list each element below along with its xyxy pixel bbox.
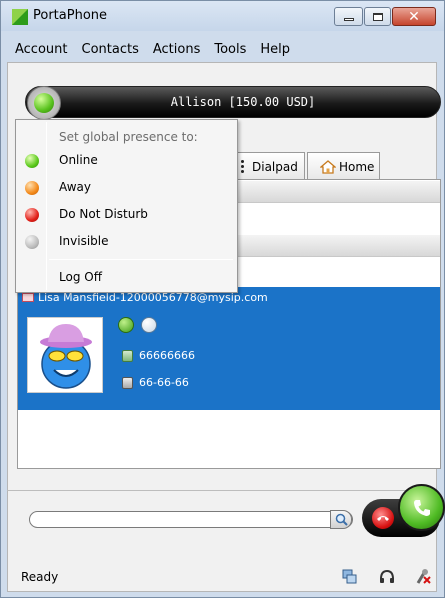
tab-dialpad[interactable]: Dialpad <box>237 152 305 180</box>
presence-option-label: Invisible <box>59 234 109 248</box>
status-text: Ready <box>21 570 59 584</box>
hangup-button[interactable] <box>372 507 394 529</box>
contact-mobile-row[interactable]: 66666666 <box>122 349 195 362</box>
presence-option-online[interactable]: Online <box>18 150 235 172</box>
minimize-button[interactable] <box>334 7 363 26</box>
dialpad-icon <box>241 160 249 173</box>
maximize-button[interactable] <box>364 7 391 26</box>
contact-avatar <box>27 317 103 393</box>
maximize-icon <box>372 12 383 21</box>
presence-online-icon <box>34 93 54 113</box>
menu-actions[interactable]: Actions <box>146 39 208 61</box>
presence-button[interactable] <box>27 86 61 120</box>
contact-chat-icon[interactable] <box>141 317 157 333</box>
contact-office-number: 66-66-66 <box>139 376 189 389</box>
menu-help[interactable]: Help <box>253 39 297 61</box>
presence-option-label: Do Not Disturb <box>59 207 148 221</box>
presence-option-dnd[interactable]: Do Not Disturb <box>18 204 235 226</box>
search-button[interactable] <box>330 510 352 529</box>
home-icon <box>320 159 336 174</box>
presence-option-away[interactable]: Away <box>18 177 235 199</box>
call-button[interactable] <box>398 484 445 531</box>
presence-menu-header: Set global presence to: <box>59 130 198 144</box>
presence-option-label: Away <box>59 180 91 194</box>
presence-option-invisible[interactable]: Invisible <box>18 231 235 253</box>
menu-account[interactable]: Account <box>8 39 75 61</box>
vcard-icon <box>22 293 34 302</box>
smiley-avatar-icon <box>40 324 92 389</box>
minimize-icon <box>343 18 354 21</box>
contact-mobile-number: 66666666 <box>139 349 195 362</box>
menu-bar: Account Contacts Actions Tools Help <box>8 39 297 61</box>
dial-divider <box>7 490 437 491</box>
hangup-icon <box>377 516 389 521</box>
presence-menu: Set global presence to: Online Away Do N… <box>15 119 238 293</box>
windows-icon[interactable] <box>341 568 359 586</box>
menu-contacts[interactable]: Contacts <box>75 39 146 61</box>
microphone-muted-icon[interactable] <box>414 567 432 585</box>
call-icon <box>413 499 430 516</box>
close-button[interactable]: ✕ <box>392 7 436 26</box>
menu-separator <box>49 259 233 260</box>
account-balance-label: Allison [150.00 USD] <box>170 95 316 109</box>
invisible-status-icon <box>25 235 39 249</box>
search-icon <box>335 513 348 526</box>
contact-office-row[interactable]: 66-66-66 <box>122 376 189 389</box>
headset-icon[interactable] <box>378 568 396 586</box>
log-off-label: Log Off <box>59 270 102 284</box>
mobile-phone-icon <box>122 349 133 362</box>
away-status-icon <box>25 181 39 195</box>
presence-option-label: Online <box>59 153 98 167</box>
office-phone-icon <box>122 376 133 389</box>
account-bar[interactable]: Allison [150.00 USD] <box>25 86 441 118</box>
log-off-item[interactable]: Log Off <box>18 267 235 289</box>
tab-home-label: Home <box>339 159 375 174</box>
close-icon: ✕ <box>408 8 420 25</box>
title-bar[interactable]: PortaPhone ✕ <box>1 1 444 31</box>
contact-call-icon[interactable] <box>118 317 134 333</box>
contact-card-selected[interactable]: Lisa Mansfield-12000056778@mysip.com 666… <box>18 287 440 410</box>
tab-dialpad-label: Dialpad <box>252 159 298 174</box>
online-status-icon <box>25 154 39 168</box>
number-input[interactable] <box>29 511 353 528</box>
dnd-status-icon <box>25 208 39 222</box>
portaphone-logo-icon <box>12 9 28 25</box>
window-title: PortaPhone <box>33 8 108 23</box>
tab-home[interactable]: Home <box>307 152 380 180</box>
menu-tools[interactable]: Tools <box>207 39 253 61</box>
